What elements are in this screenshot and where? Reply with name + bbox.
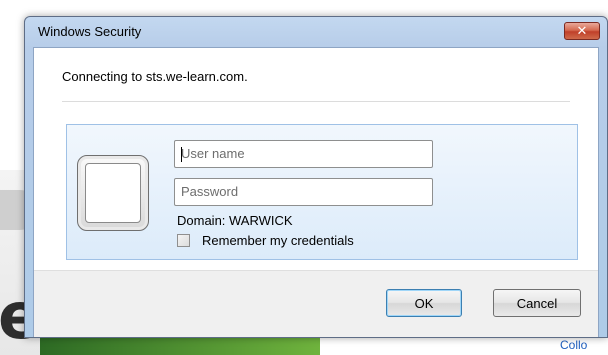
- remember-credentials-label[interactable]: Remember my credentials: [202, 233, 354, 248]
- password-field[interactable]: Password: [174, 178, 433, 206]
- username-placeholder: User name: [181, 146, 245, 161]
- connecting-message: Connecting to sts.we-learn.com.: [62, 69, 248, 84]
- button-bar: OK Cancel: [34, 270, 598, 337]
- window-title: Windows Security: [38, 24, 142, 39]
- close-icon: ✕: [576, 23, 588, 39]
- username-field[interactable]: User name: [174, 140, 433, 168]
- credential-panel: User name Password Domain: WARWICK Remem…: [66, 124, 578, 260]
- dialog-body: Connecting to sts.we-learn.com. User nam…: [33, 47, 599, 337]
- background-link[interactable]: Collo: [560, 338, 587, 352]
- password-placeholder: Password: [181, 184, 239, 199]
- remember-credentials-option[interactable]: Remember my credentials: [177, 233, 354, 248]
- text-caret: [181, 147, 182, 162]
- domain-label: Domain: WARWICK: [177, 213, 293, 228]
- background-green-banner: [40, 338, 320, 355]
- remember-credentials-checkbox[interactable]: [177, 234, 190, 247]
- separator: [62, 101, 570, 102]
- windows-security-dialog: Windows Security ✕ Connecting to sts.we-…: [24, 16, 608, 338]
- user-tile-icon: [77, 155, 149, 231]
- ok-button[interactable]: OK: [386, 289, 462, 317]
- title-bar[interactable]: Windows Security ✕: [25, 17, 607, 47]
- close-button[interactable]: ✕: [564, 22, 600, 40]
- user-picture-frame: [85, 163, 141, 223]
- cancel-button[interactable]: Cancel: [493, 289, 581, 317]
